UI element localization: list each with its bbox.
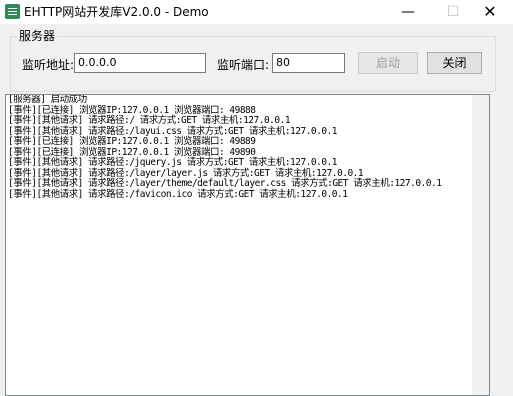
- window-title: EHTTP网站开发库V2.0.0 - Demo: [24, 5, 209, 19]
- window-client: 服务器 监听地址: 0.0.0.0 监听端口: 80 启动 关闭 [服务器] 启…: [0, 24, 513, 396]
- stop-button[interactable]: 关闭: [427, 52, 482, 74]
- server-group-title: 服务器: [17, 29, 58, 43]
- log-line: [事件][其他请求] 请求路径:/favicon.ico 请求方式:GET 请求…: [8, 188, 348, 200]
- log-line: [事件][已连接] 浏览器IP:127.0.0.1 浏览器端口: 49889: [8, 136, 256, 147]
- log-line: [事件][其他请求] 请求路径:/ 请求方式:GET 请求主机:127.0.0.…: [8, 115, 291, 126]
- app-icon: [5, 4, 20, 19]
- log-line: [事件][其他请求] 请求路径:/jquery.js 请求方式:GET 请求主机…: [8, 157, 338, 168]
- log-scrollbar[interactable]: [472, 95, 489, 395]
- minimize-button[interactable]: —: [385, 0, 431, 24]
- listen-address-input[interactable]: 0.0.0.0: [74, 53, 206, 73]
- listen-address-label: 监听地址:: [22, 58, 75, 72]
- close-window-button[interactable]: ✕: [467, 0, 513, 24]
- title-bar: EHTTP网站开发库V2.0.0 - Demo — ☐ ✕: [0, 0, 513, 24]
- log-textarea[interactable]: [服务器] 启动成功 [事件][已连接] 浏览器IP:127.0.0.1 浏览器…: [5, 94, 490, 396]
- log-line: [事件][其他请求] 请求路径:/layer/theme/default/lay…: [8, 178, 442, 189]
- listen-port-input[interactable]: 80: [272, 53, 345, 73]
- listen-port-label: 监听端口:: [217, 58, 270, 72]
- start-button[interactable]: 启动: [358, 52, 418, 74]
- log-line: [服务器] 启动成功: [8, 94, 87, 105]
